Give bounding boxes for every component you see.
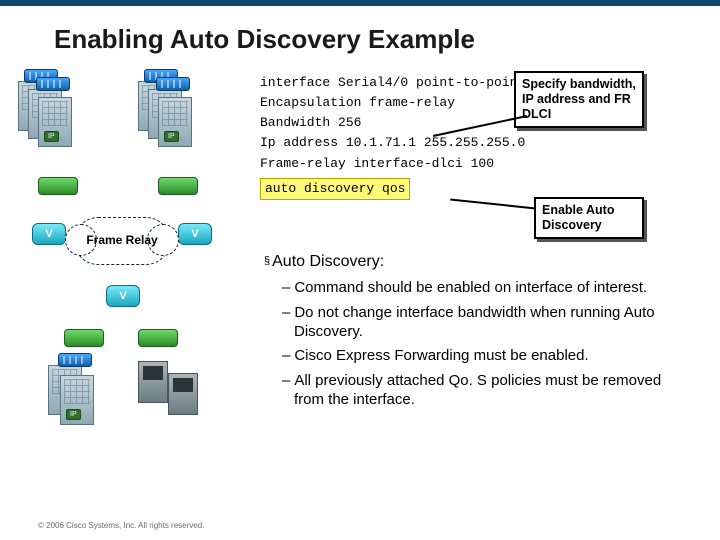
callout-autodiscovery: Enable Auto Discovery (534, 197, 644, 239)
slide-title: Enabling Auto Discovery Example (0, 16, 720, 73)
ip-badge: IP (44, 131, 59, 142)
network-diagram: IP IP V V Frame Relay V (18, 73, 248, 473)
code-line: Frame-relay interface-dlci 100 (260, 154, 710, 174)
bullet-item: All previously attached Qo. S policies m… (282, 372, 694, 410)
server-icon (138, 361, 168, 403)
access-switch-icon (64, 329, 104, 347)
callout-bandwidth: Specify bandwidth, IP address and FR DLC… (514, 71, 644, 128)
copyright-footer: © 2006 Cisco Systems, Inc. All rights re… (38, 521, 204, 530)
highlighted-command: auto discovery qos (260, 178, 410, 200)
access-switch-icon (138, 329, 178, 347)
callout-connector (450, 199, 536, 210)
frame-relay-cloud: Frame Relay (74, 217, 170, 265)
switch-icon (58, 353, 92, 367)
ip-badge: IP (66, 409, 81, 420)
bullets-heading: §Auto Discovery: (264, 253, 694, 271)
router-icon: V (106, 285, 140, 307)
access-switch-icon (38, 177, 78, 195)
switch-icon (156, 77, 190, 91)
top-accent-bar (0, 0, 720, 6)
content-area: IP IP V V Frame Relay V (0, 73, 720, 533)
access-switch-icon (158, 177, 198, 195)
ip-badge: IP (164, 131, 179, 142)
router-icon: V (178, 223, 212, 245)
switch-icon (36, 77, 70, 91)
bullets-section: §Auto Discovery: Command should be enabl… (264, 253, 694, 416)
bullet-item: Cisco Express Forwarding must be enabled… (282, 347, 694, 366)
bullet-item: Command should be enabled on interface o… (282, 279, 694, 298)
cloud-label: Frame Relay (86, 234, 157, 247)
router-icon: V (32, 223, 66, 245)
bullet-item: Do not change interface bandwidth when r… (282, 304, 694, 342)
server-icon (168, 373, 198, 415)
code-line: Ip address 10.1.71.1 255.255.255.0 (260, 133, 710, 153)
